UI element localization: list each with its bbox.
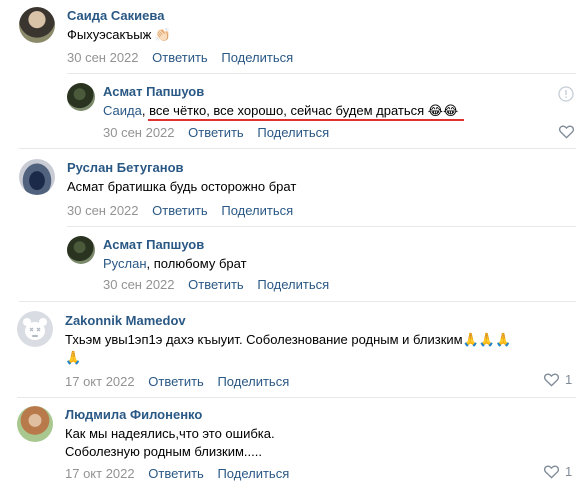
comment-meta: 17 окт 2022 Ответить Поделиться xyxy=(65,374,289,389)
divider xyxy=(67,73,576,74)
share-button[interactable]: Поделиться xyxy=(217,374,289,389)
report-icon[interactable] xyxy=(558,86,574,102)
share-button[interactable]: Поделиться xyxy=(257,277,329,292)
clap-emoji-icon: 👏🏻 xyxy=(154,27,172,42)
divider xyxy=(19,301,576,302)
reply-button[interactable]: Ответить xyxy=(148,374,204,389)
author-name[interactable]: Саида Сакиева xyxy=(67,8,164,23)
share-button[interactable]: Поделиться xyxy=(257,125,329,140)
reply-button[interactable]: Ответить xyxy=(152,50,208,65)
author-name[interactable]: Асмат Папшуов xyxy=(103,84,204,99)
comment-date[interactable]: 30 сен 2022 xyxy=(67,203,139,218)
laughing-emoji-icon: 😂😂 xyxy=(427,103,459,118)
reply-button[interactable]: Ответить xyxy=(188,125,244,140)
avatar[interactable] xyxy=(17,311,53,347)
like-icon[interactable] xyxy=(558,124,575,139)
reply-to-link[interactable]: Руслан xyxy=(103,256,147,271)
comment-text: Асмат братишка будь осторожно брат xyxy=(67,179,297,194)
share-button[interactable]: Поделиться xyxy=(217,466,289,481)
avatar[interactable] xyxy=(19,159,55,195)
comment-meta: 30 сен 2022 Ответить Поделиться xyxy=(103,277,329,292)
comment-text-body: , все чётко, все хорошо, сейчас будем др… xyxy=(141,103,428,118)
comment-meta: 30 сен 2022 Ответить Поделиться xyxy=(67,203,293,218)
author-name[interactable]: Руслан Бетуганов xyxy=(67,160,184,175)
like-count: 1 xyxy=(565,372,573,387)
comment-date[interactable]: 30 сен 2022 xyxy=(103,277,175,292)
share-button[interactable]: Поделиться xyxy=(221,203,293,218)
comment-text: Саида, все чётко, все хорошо, сейчас буд… xyxy=(103,102,458,120)
like-button[interactable]: 1 xyxy=(543,464,572,479)
comment-text-body: Фыхуэсакъыж xyxy=(67,27,152,42)
praying-hands-emoji-icon: 🙏🙏🙏 xyxy=(462,332,512,347)
like-button[interactable]: 1 xyxy=(543,372,572,387)
author-name[interactable]: Асмат Папшуов xyxy=(103,237,204,252)
like-count: 1 xyxy=(565,464,573,479)
praying-hands-emoji-icon: 🙏 xyxy=(65,350,82,365)
comment-text-body: , полюбому брат xyxy=(146,256,247,271)
comment-meta: 17 окт 2022 Ответить Поделиться xyxy=(65,466,289,481)
divider xyxy=(67,226,576,227)
like-icon xyxy=(543,373,560,387)
reply-to-link[interactable]: Саида xyxy=(103,103,142,118)
comment-meta: 30 сен 2022 Ответить Поделиться xyxy=(67,50,293,65)
comment-text: Тхьэм увы1эп1э дахэ къыуит. Соболезнован… xyxy=(65,331,511,367)
comment-text-line-2: Соболезную родным близким..... xyxy=(65,444,262,459)
share-button[interactable]: Поделиться xyxy=(221,50,293,65)
reply-button[interactable]: Ответить xyxy=(148,466,204,481)
reply-button[interactable]: Ответить xyxy=(188,277,244,292)
comment-text-body: Тхьэм увы1эп1э дахэ къыуит. Соболезнован… xyxy=(65,332,463,347)
reply-button[interactable]: Ответить xyxy=(152,203,208,218)
red-underline-annotation xyxy=(148,119,464,121)
like-icon xyxy=(543,465,560,479)
comment-meta: 30 сен 2022 Ответить Поделиться xyxy=(103,125,329,140)
comment-text: Как мы надеялись,что это ошибка. Соболез… xyxy=(65,425,275,461)
avatar[interactable] xyxy=(67,83,95,111)
avatar[interactable] xyxy=(17,406,53,442)
default-avatar-icon xyxy=(23,318,47,340)
divider xyxy=(19,148,576,149)
comment-date[interactable]: 30 сен 2022 xyxy=(103,125,175,140)
avatar[interactable] xyxy=(67,236,95,264)
comment-date[interactable]: 30 сен 2022 xyxy=(67,50,139,65)
comment-text: Фыхуэсакъыж 👏🏻 xyxy=(67,26,171,44)
divider xyxy=(17,397,576,398)
comment-date[interactable]: 17 окт 2022 xyxy=(65,374,135,389)
avatar[interactable] xyxy=(19,7,55,43)
comment-date[interactable]: 17 окт 2022 xyxy=(65,466,135,481)
author-name[interactable]: Zakonnik Mamedov xyxy=(65,313,186,328)
author-name[interactable]: Людмила Филоненко xyxy=(65,407,202,422)
comment-text-line-1: Как мы надеялись,что это ошибка. xyxy=(65,426,275,441)
comment-text: Руслан, полюбому брат xyxy=(103,255,247,273)
